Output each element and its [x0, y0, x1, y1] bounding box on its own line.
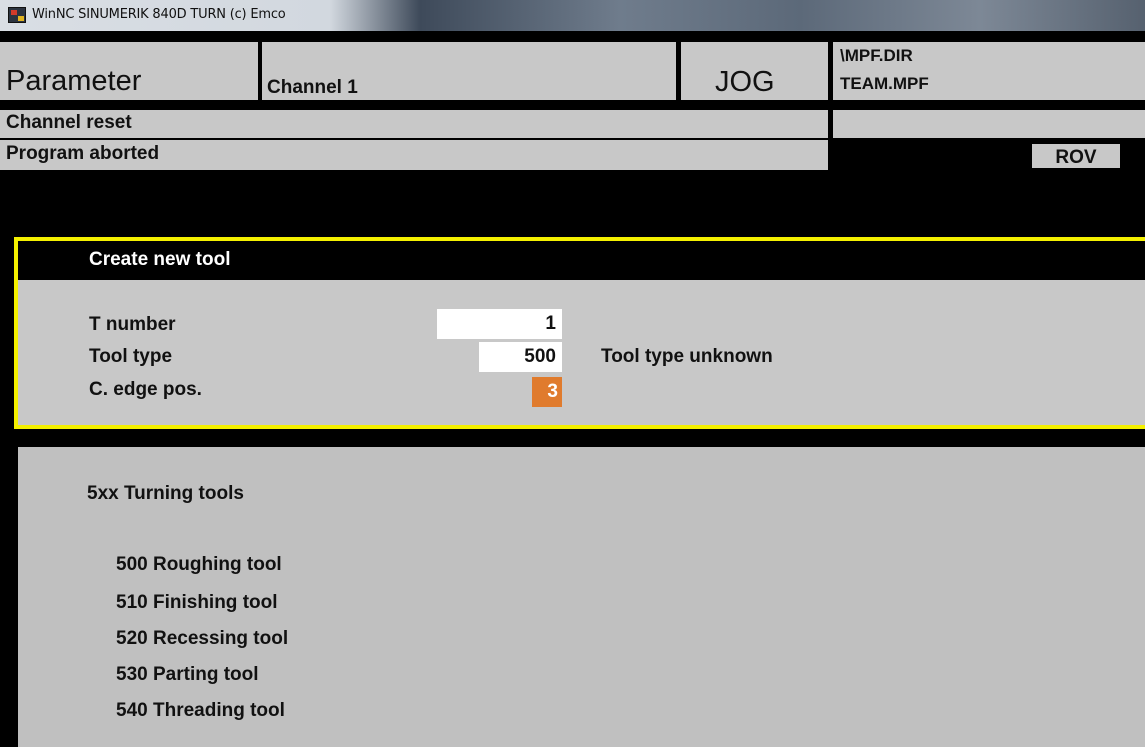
tool-type-item: 540 Threading tool [116, 700, 285, 721]
tool-type-message: Tool type unknown [601, 346, 773, 367]
program-status-text: Program aborted [6, 143, 160, 164]
tool-type-item: 520 Recessing tool [116, 628, 289, 649]
t-number-input[interactable]: 1 [437, 309, 562, 339]
program-status-bar: Program aborted [0, 140, 828, 170]
create-tool-dialog: Create new tool T number 1 Tool type 500… [14, 237, 1145, 429]
program-directory: \MPF.DIR [840, 46, 913, 65]
tool-type-input[interactable]: 500 [479, 342, 562, 372]
mode-field: JOG [681, 42, 828, 100]
operating-area-label: Parameter [6, 65, 142, 97]
t-number-label: T number [89, 314, 176, 335]
program-name: TEAM.MPF [840, 74, 929, 93]
app-icon[interactable] [8, 7, 26, 23]
tool-group-heading: 5xx Turning tools [87, 483, 244, 504]
window-titlebar[interactable]: WinNC SINUMERIK 840D TURN (c) Emco [0, 0, 1145, 31]
mode-label: JOG [715, 66, 775, 98]
channel-status-bar: Channel reset [0, 110, 828, 138]
edge-position-label: C. edge pos. [89, 379, 202, 400]
tool-type-label: Tool type [89, 346, 173, 367]
operating-area-field: Parameter [0, 42, 258, 100]
rov-indicator: ROV [1031, 143, 1121, 169]
edge-position-input[interactable]: 3 [532, 377, 562, 407]
rov-label: ROV [1055, 147, 1097, 168]
window-title: WinNC SINUMERIK 840D TURN (c) Emco [32, 7, 286, 22]
dialog-title: Create new tool [89, 249, 231, 270]
channel-label: Channel 1 [267, 77, 358, 98]
tool-type-item: 510 Finishing tool [116, 592, 278, 613]
channel-field: Channel 1 [262, 42, 676, 100]
dialog-header: Create new tool [18, 241, 1145, 280]
channel-status-aux [833, 110, 1145, 138]
program-field: \MPF.DIR TEAM.MPF [833, 42, 1145, 100]
channel-status-text: Channel reset [6, 112, 132, 133]
tool-type-item: 530 Parting tool [116, 664, 259, 685]
tool-type-info-panel: 5xx Turning tools 500 Roughing tool 510 … [18, 447, 1145, 747]
tool-type-item: 500 Roughing tool [116, 554, 282, 575]
